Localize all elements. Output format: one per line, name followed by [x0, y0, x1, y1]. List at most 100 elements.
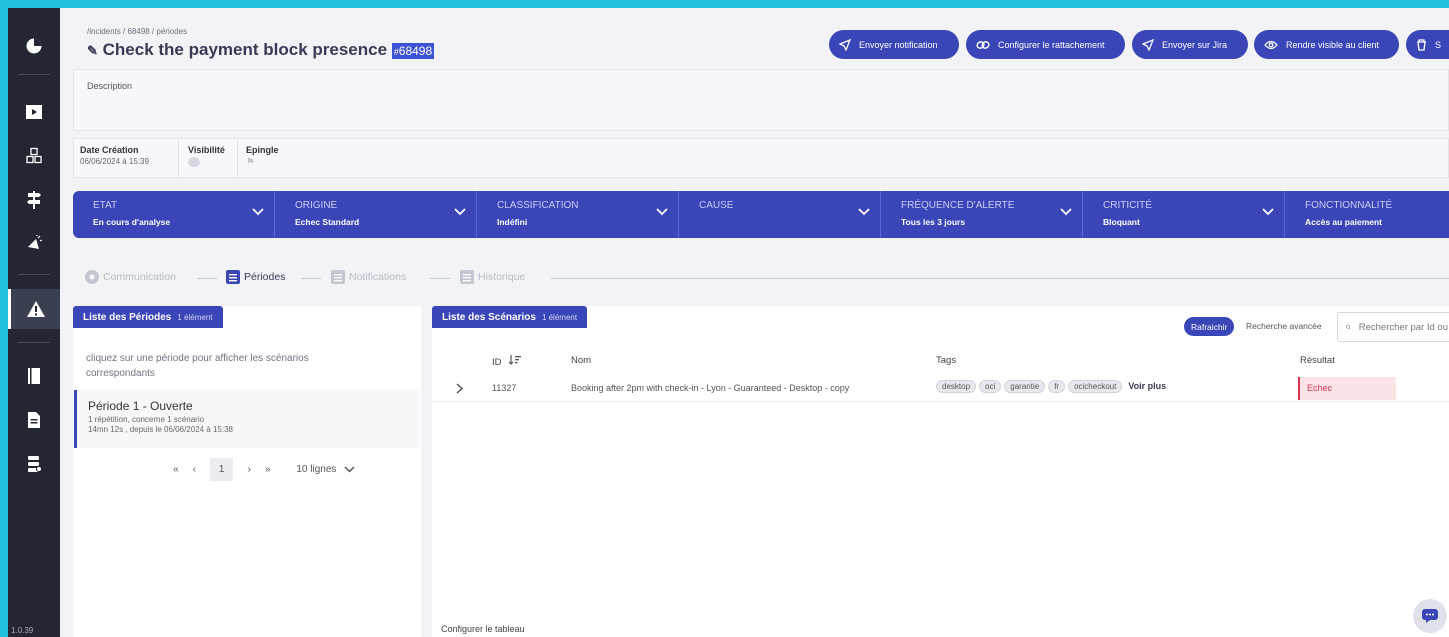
link-icon: [976, 40, 990, 49]
sidebar-divider: [18, 342, 50, 343]
chevron-down-icon: [858, 208, 870, 216]
field-classification[interactable]: CLASSIFICATION Indéfini: [477, 191, 679, 238]
column-result[interactable]: Résultat: [1300, 355, 1335, 366]
pie-chart-icon: [26, 38, 42, 54]
scenario-id: 11327: [492, 383, 517, 393]
book-icon: [28, 368, 40, 384]
page-size-select[interactable]: 10 lignes: [296, 464, 355, 475]
refresh-button[interactable]: Rafraichir: [1184, 317, 1235, 336]
configure-link-button[interactable]: Configurer le rattachement: [966, 30, 1125, 59]
step-notifications[interactable]: Notifications: [331, 270, 406, 284]
sidebar-item-data[interactable]: [8, 444, 60, 484]
sidebar-item-announcements[interactable]: [8, 224, 60, 264]
description-label: Description: [87, 81, 133, 91]
column-tags[interactable]: Tags: [936, 355, 956, 366]
periods-panel: Liste des Périodes 1 élément cliquez sur …: [73, 306, 421, 637]
page-number[interactable]: 1: [209, 458, 234, 481]
tag-chip: fr: [1048, 380, 1066, 393]
tag-chip: desktop: [936, 380, 977, 393]
eye-icon: [1264, 40, 1278, 49]
chat-icon: [1422, 609, 1438, 623]
page-title: ✎ Check the payment block presence #6849…: [87, 40, 435, 60]
send-jira-button[interactable]: Envoyer sur Jira: [1132, 30, 1248, 59]
scenario-name: Booking after 2pm with check-in - Lyon -…: [571, 383, 850, 393]
pagination: « ‹ 1 › » 10 lignes: [173, 458, 355, 481]
field-feature[interactable]: FONCTIONNALITÉ Accès au paiement: [1285, 191, 1449, 238]
sidebar-item-docs[interactable]: [8, 356, 60, 396]
chevron-down-icon: [454, 208, 466, 216]
paper-plane-icon: [1142, 38, 1154, 51]
step-periods[interactable]: Périodes: [226, 270, 285, 284]
trash-icon: [1417, 38, 1426, 51]
chevron-right-icon[interactable]: [456, 383, 464, 394]
configure-table-link[interactable]: Configurer le tableau: [441, 624, 525, 634]
sidebar: 1.0.39: [8, 8, 60, 637]
field-alert-frequency[interactable]: FRÉQUENCE D'ALERTE Tous les 3 jours: [881, 191, 1083, 238]
breadcrumb[interactable]: /incidents / 68498 / périodes: [87, 27, 187, 36]
field-cause[interactable]: CAUSE: [679, 191, 881, 238]
prev-page-button[interactable]: ‹: [193, 464, 196, 475]
step-connector: [301, 278, 321, 279]
sidebar-item-incidents[interactable]: [8, 289, 60, 329]
first-page-button[interactable]: «: [173, 464, 179, 475]
field-origin[interactable]: ORIGINE Echec Standard: [275, 191, 477, 238]
sidebar-item-modules[interactable]: [8, 136, 60, 176]
tag-chip: ocicheckout: [1068, 380, 1123, 393]
periods-panel-title: Liste des Périodes 1 élément: [73, 306, 223, 328]
page-header: /incidents / 68498 / périodes ✎ Check th…: [73, 11, 1449, 67]
sidebar-item-routes[interactable]: [8, 180, 60, 220]
step-connector: [430, 278, 450, 279]
meta-panel: Date Création 06/06/2024 à 15:39 Visibil…: [73, 138, 1449, 179]
sidebar-item-videos[interactable]: [8, 92, 60, 132]
search-icon: [1346, 324, 1351, 330]
section-stepper: Communication Périodes Notifications His…: [85, 270, 1449, 286]
sidebar-item-reports[interactable]: [8, 400, 60, 440]
column-name[interactable]: Nom: [571, 355, 591, 366]
document-icon: [28, 412, 40, 428]
show-more-link[interactable]: Voir plus: [1128, 381, 1166, 391]
meta-divider: [237, 139, 238, 179]
sort-icon[interactable]: [508, 355, 522, 365]
pin: Epingle ⚑: [246, 145, 279, 168]
megaphone-icon: [28, 235, 43, 249]
period-item[interactable]: Période 1 - Ouverte 1 répétition, concer…: [74, 390, 420, 448]
table-row[interactable]: 11327 Booking after 2pm with check-in - …: [432, 374, 1449, 402]
last-page-button[interactable]: »: [265, 464, 271, 475]
sidebar-divider: [18, 74, 50, 75]
main-content: /incidents / 68498 / périodes ✎ Check th…: [60, 8, 1449, 637]
chevron-down-icon: [656, 208, 668, 216]
sidebar-item-dashboard[interactable]: [8, 26, 60, 66]
step-history[interactable]: Historique: [460, 270, 525, 284]
incident-status-bar: ETAT En cours d'analyse ORIGINE Echec Stan…: [73, 191, 1449, 238]
search-input[interactable]: Rechercher par Id ou: [1337, 312, 1449, 342]
incident-title: Check the payment block presence: [102, 40, 388, 59]
periods-hint: cliquez sur une période pour afficher le…: [86, 353, 309, 379]
signpost-icon: [27, 191, 41, 209]
scenarios-panel-title: Liste des Scénarios 1 élément: [432, 306, 588, 328]
send-notification-button[interactable]: Envoyer notification: [829, 30, 959, 59]
app-window: 1.0.39 /incidents / 68498 / périodes ✎ C…: [8, 8, 1449, 637]
pin-icon[interactable]: ⚑: [246, 157, 255, 168]
column-id[interactable]: ID: [492, 355, 522, 368]
sidebar-divider: [18, 274, 50, 275]
list-icon: [460, 270, 474, 284]
edit-pencil-icon[interactable]: ✎: [87, 43, 98, 58]
paper-plane-icon: [839, 38, 851, 51]
step-connector: [197, 278, 217, 279]
make-visible-client-button[interactable]: Rendre visible au client: [1254, 30, 1399, 59]
next-page-button[interactable]: ›: [247, 464, 250, 475]
advanced-search-link[interactable]: Recherche avancée: [1246, 321, 1322, 331]
list-icon: [331, 270, 345, 284]
chevron-down-icon: [1060, 208, 1072, 216]
description-panel[interactable]: Description: [73, 69, 1449, 131]
chevron-down-icon: [1262, 208, 1274, 216]
field-criticality[interactable]: CRITICITÉ Bloquant: [1083, 191, 1285, 238]
list-icon: [226, 270, 240, 284]
chat-button[interactable]: [1413, 599, 1447, 633]
eye-slash-icon[interactable]: [188, 157, 200, 167]
delete-button[interactable]: S: [1406, 30, 1449, 59]
field-state[interactable]: ETAT En cours d'analyse: [73, 191, 275, 238]
chevron-down-icon: [344, 466, 355, 473]
meta-divider: [178, 139, 179, 179]
step-communication[interactable]: Communication: [85, 270, 176, 284]
